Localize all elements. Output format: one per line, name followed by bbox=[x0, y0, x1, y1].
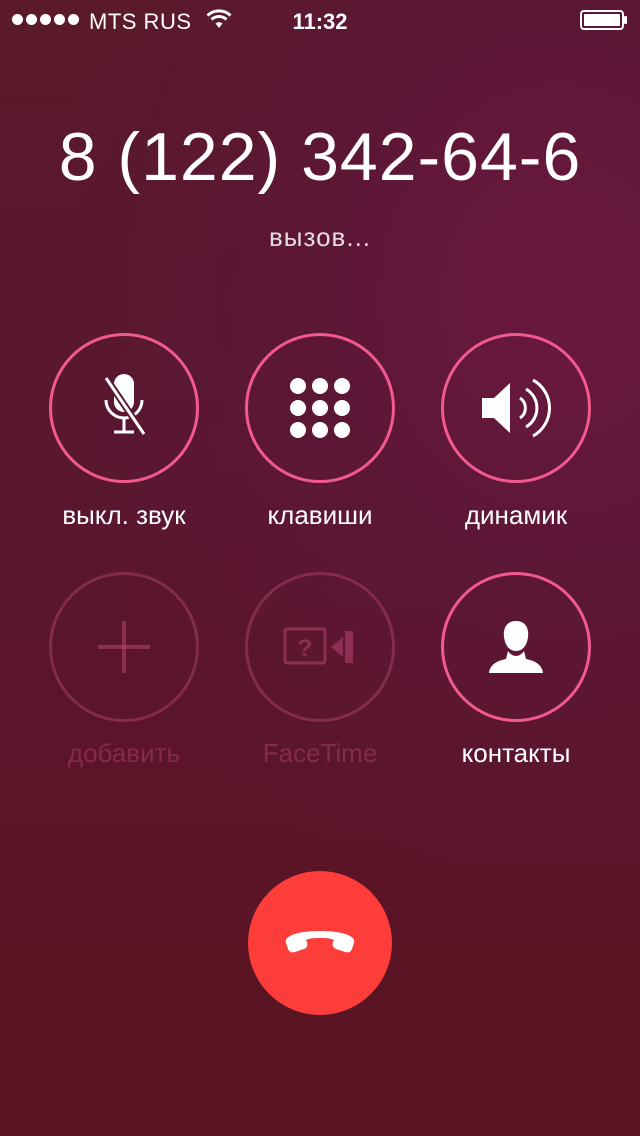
keypad-button[interactable] bbox=[245, 333, 395, 483]
contact-person-icon bbox=[489, 621, 543, 673]
add-call-button[interactable] bbox=[49, 572, 199, 722]
plus-icon bbox=[98, 621, 150, 673]
mute-button[interactable] bbox=[49, 333, 199, 483]
speaker-icon bbox=[482, 378, 551, 438]
facetime-button[interactable]: ? bbox=[245, 572, 395, 722]
contacts-label: контакты bbox=[461, 738, 571, 768]
facetime-label: FaceTime bbox=[262, 738, 378, 768]
mute-microphone-icon bbox=[103, 374, 147, 436]
hang-up-phone-icon bbox=[285, 931, 355, 953]
status-bar: MTS RUS 11:32 bbox=[0, 0, 640, 40]
speaker-button[interactable] bbox=[441, 333, 591, 483]
call-status: вызов... bbox=[268, 222, 372, 252]
end-call-button[interactable] bbox=[248, 871, 392, 1015]
battery-icon bbox=[580, 10, 627, 30]
keypad-label: клавиши bbox=[267, 500, 373, 530]
contacts-button[interactable] bbox=[441, 572, 591, 722]
speaker-label: динамик bbox=[464, 500, 568, 530]
mute-label: выкл. звук bbox=[62, 500, 186, 530]
facetime-question-icon: ? bbox=[283, 627, 353, 665]
svg-text:?: ? bbox=[298, 635, 313, 662]
add-call-label: добавить bbox=[67, 738, 181, 768]
status-time: 11:32 bbox=[292, 9, 348, 34]
dialed-number: 8 (122) 342-64-6 bbox=[58, 119, 582, 195]
keypad-icon bbox=[290, 378, 350, 438]
